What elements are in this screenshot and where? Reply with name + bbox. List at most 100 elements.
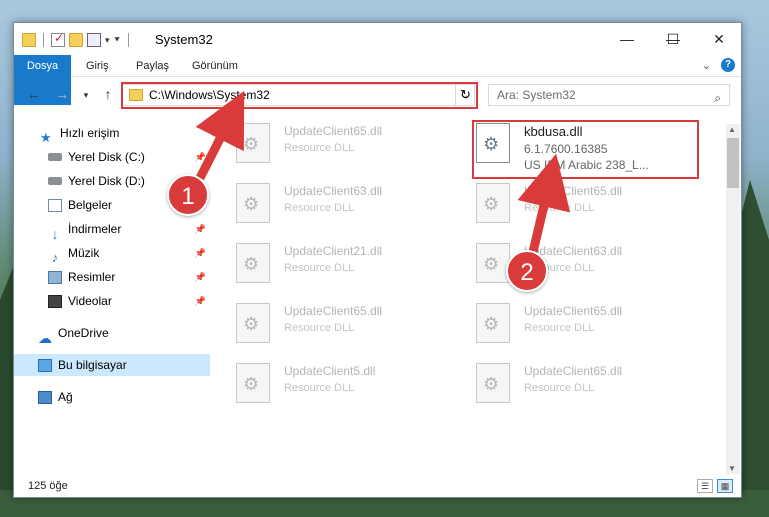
sidebar-item-downloads[interactable]: ↓ İndirmeler 📌 bbox=[14, 218, 210, 242]
sidebar-item-network[interactable]: Ağ bbox=[14, 386, 210, 408]
properties-icon[interactable] bbox=[87, 33, 101, 47]
file-description: Resource DLL bbox=[284, 322, 355, 334]
sidebar-item-onedrive[interactable]: ☁ OneDrive bbox=[14, 322, 210, 346]
file-name: UpdateClient65.dll bbox=[284, 304, 383, 318]
chevron-down-icon[interactable]: ▾ bbox=[105, 35, 110, 46]
file-item[interactable]: UpdateClient65.dll Resource DLL bbox=[454, 178, 684, 228]
dll-file-icon bbox=[476, 303, 510, 343]
expand-ribbon-icon[interactable]: ⌄ bbox=[702, 59, 711, 72]
dll-file-icon bbox=[236, 183, 270, 223]
file-description: Resource DLL bbox=[284, 142, 355, 154]
ribbon-tabs: Dosya Giriş Paylaş Görünüm ⌄ ? bbox=[14, 55, 741, 105]
dll-file-icon bbox=[476, 183, 510, 223]
network-icon bbox=[38, 390, 52, 404]
file-description: Resource DLL bbox=[524, 382, 595, 394]
file-item[interactable]: UpdateClient65.dll Resource DLL bbox=[454, 298, 684, 348]
pin-icon: 📌 bbox=[194, 152, 206, 162]
dll-file-icon bbox=[236, 303, 270, 343]
scroll-up-icon[interactable]: ▲ bbox=[728, 125, 736, 134]
file-description: Resource DLL bbox=[524, 322, 595, 334]
download-icon: ↓ bbox=[51, 225, 59, 242]
sidebar-item-label: Hızlı erişim bbox=[60, 126, 120, 140]
maximize-button[interactable]: ☐ bbox=[650, 23, 696, 55]
toolbar-divider bbox=[127, 33, 129, 47]
file-item[interactable]: UpdateClient21.dll Resource DLL bbox=[214, 238, 444, 288]
up-button[interactable]: ↑ bbox=[98, 86, 118, 102]
tiles-view-icon[interactable]: ▦ bbox=[717, 479, 733, 493]
sidebar-item-label: Bu bilgisayar bbox=[58, 358, 127, 372]
help-icon[interactable]: ? bbox=[721, 58, 735, 72]
search-icon[interactable]: ⌕ bbox=[714, 88, 721, 108]
file-explorer-window: ▾ ⯆ System32 — — ☐ ✕ Dosya Giriş Paylaş … bbox=[13, 22, 742, 498]
pictures-icon bbox=[48, 270, 62, 284]
file-item[interactable]: UpdateClient65.dll Resource DLL bbox=[454, 358, 684, 408]
scrollbar-thumb[interactable] bbox=[727, 138, 739, 188]
file-item[interactable]: UpdateClient65.dll Resource DLL bbox=[214, 298, 444, 348]
music-icon: ♪ bbox=[51, 249, 59, 265]
sidebar-item-this-pc[interactable]: Bu bilgisayar bbox=[14, 354, 210, 376]
recent-locations-icon[interactable]: ▾ bbox=[76, 90, 96, 101]
file-item[interactable]: UpdateClient5.dll Resource DLL bbox=[214, 358, 444, 408]
address-highlight-box bbox=[121, 82, 478, 109]
tab-giris[interactable]: Giriş bbox=[76, 55, 119, 77]
tab-paylas[interactable]: Paylaş bbox=[126, 55, 179, 77]
sidebar-item-pictures[interactable]: Resimler 📌 bbox=[14, 266, 210, 288]
computer-icon bbox=[38, 358, 52, 372]
minimize-button-alt[interactable]: — bbox=[604, 23, 650, 55]
drive-icon bbox=[48, 153, 62, 161]
dll-file-icon bbox=[476, 243, 510, 283]
details-view-icon[interactable]: ☰ bbox=[697, 479, 713, 493]
file-name: UpdateClient5.dll bbox=[284, 364, 376, 378]
file-description: Resource DLL bbox=[284, 382, 355, 394]
sidebar-item-label: Belgeler bbox=[68, 198, 113, 212]
file-name: UpdateClient65.dll bbox=[524, 304, 623, 318]
folder-icon bbox=[22, 33, 36, 47]
sidebar-item-videos[interactable]: Videolar 📌 bbox=[14, 290, 210, 312]
toolbar-divider bbox=[43, 33, 44, 47]
file-name: UpdateClient65.dll bbox=[524, 364, 623, 378]
navigation-bar: ← → ▾ ↑ C:\Windows\System32 ⌄ ↻ Ara: Sys… bbox=[14, 78, 741, 112]
new-folder-icon[interactable] bbox=[69, 33, 83, 47]
dll-file-icon bbox=[236, 123, 270, 163]
file-description: Resource DLL bbox=[524, 202, 595, 214]
window-title: System32 bbox=[155, 32, 213, 47]
step-callout-2: 2 bbox=[506, 250, 548, 292]
dll-file-icon bbox=[236, 363, 270, 403]
step-callout-1: 1 bbox=[167, 174, 209, 216]
star-icon: ★ bbox=[40, 129, 52, 145]
sidebar-item-label: Videolar bbox=[68, 294, 112, 308]
properties-check-icon[interactable] bbox=[51, 31, 65, 47]
title-bar: ▾ ⯆ System32 — — ☐ ✕ bbox=[14, 23, 741, 55]
videos-icon bbox=[48, 294, 62, 308]
tab-gorunum[interactable]: Görünüm bbox=[182, 55, 248, 77]
file-item[interactable]: UpdateClient63.dll Resource DLL bbox=[214, 178, 444, 228]
file-item[interactable]: UpdateClient63.dll Resource DLL bbox=[454, 238, 684, 288]
quick-access-toolbar: ▾ ⯆ bbox=[22, 31, 132, 49]
file-item[interactable]: UpdateClient65.dll Resource DLL bbox=[214, 118, 444, 168]
item-count: 125 öğe bbox=[28, 480, 68, 492]
documents-icon bbox=[48, 198, 62, 212]
forward-button[interactable]: → bbox=[52, 86, 72, 102]
onedrive-icon: ☁ bbox=[38, 329, 52, 346]
pin-icon: 📌 bbox=[194, 296, 206, 306]
dll-file-icon bbox=[236, 243, 270, 283]
vertical-scrollbar[interactable]: ▲ ▼ bbox=[726, 124, 740, 474]
pin-icon: 📌 bbox=[194, 272, 206, 282]
customize-toolbar-icon[interactable]: ⯆ bbox=[114, 35, 121, 46]
search-input[interactable]: Ara: System32 ⌕ bbox=[488, 84, 730, 106]
sidebar-item-label: Müzik bbox=[68, 246, 100, 260]
sidebar-item-label: OneDrive bbox=[58, 326, 109, 340]
file-name: UpdateClient65.dll bbox=[284, 124, 383, 138]
navigation-pane: ★ Hızlı erişim Yerel Disk (C:) 📌 Yerel D… bbox=[14, 118, 210, 468]
sidebar-item-local-disk-c[interactable]: Yerel Disk (C:) 📌 bbox=[14, 146, 210, 168]
sidebar-item-music[interactable]: ♪ Müzik 📌 bbox=[14, 242, 210, 265]
file-name: UpdateClient65.dll bbox=[524, 184, 623, 198]
dll-file-icon bbox=[476, 363, 510, 403]
back-button[interactable]: ← bbox=[24, 86, 44, 102]
scroll-down-icon[interactable]: ▼ bbox=[728, 464, 736, 473]
close-button[interactable]: ✕ bbox=[696, 23, 742, 55]
search-placeholder: Ara: System32 bbox=[497, 88, 576, 102]
drive-icon bbox=[48, 177, 62, 185]
sidebar-item-quick-access[interactable]: ★ Hızlı erişim bbox=[14, 122, 210, 145]
sidebar-item-label: Ağ bbox=[58, 390, 73, 404]
